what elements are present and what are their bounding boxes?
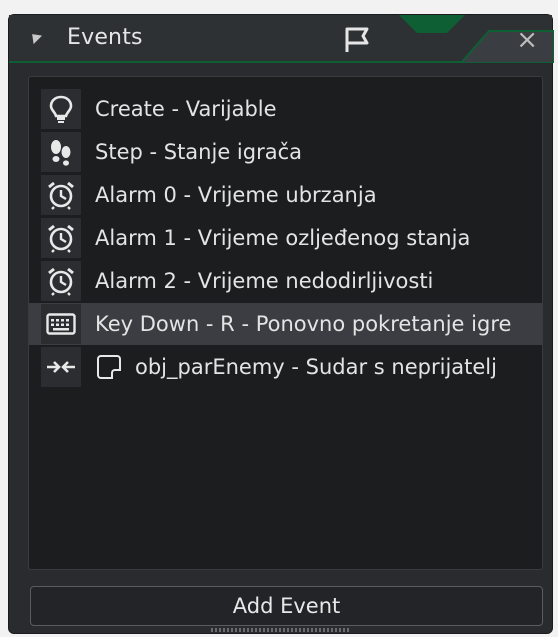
add-event-button[interactable]: Add Event [30, 586, 543, 626]
window-frame: Events × Create - Varijable Step - Stanj… [0, 0, 558, 637]
keyboard-icon [41, 304, 81, 344]
lightbulb-icon [41, 89, 81, 129]
panel-title: Events [67, 25, 143, 50]
alarm-clock-icon [41, 261, 81, 301]
event-row-alarm-2[interactable]: Alarm 2 - Vrijeme nedodirljivosti [41, 260, 541, 302]
close-icon[interactable]: × [516, 25, 538, 55]
event-label: Alarm 0 - Vrijeme ubrzanja [95, 183, 377, 207]
event-row-collision[interactable]: obj_parEnemy - Sudar s neprijatelj [41, 346, 541, 388]
event-row-key-down[interactable]: Key Down - R - Ponovno pokretanje igre [29, 303, 542, 345]
resize-grip[interactable] [211, 628, 351, 632]
event-row-create[interactable]: Create - Varijable [41, 88, 541, 130]
footsteps-icon [41, 132, 81, 172]
event-list: Create - Varijable Step - Stanje igrača … [28, 76, 543, 570]
alarm-clock-icon [41, 218, 81, 258]
event-label: Alarm 2 - Vrijeme nedodirljivosti [95, 269, 434, 293]
event-row-alarm-0[interactable]: Alarm 0 - Vrijeme ubrzanja [41, 174, 541, 216]
flag-icon[interactable] [341, 25, 377, 55]
title-bar: Events × [9, 15, 554, 63]
event-row-step[interactable]: Step - Stanje igrača [41, 131, 541, 173]
event-label: Key Down - R - Ponovno pokretanje igre [95, 312, 512, 336]
event-row-alarm-1[interactable]: Alarm 1 - Vrijeme ozljeđenog stanja [41, 217, 541, 259]
event-label: Step - Stanje igrača [95, 140, 302, 164]
events-panel: Events × Create - Varijable Step - Stanj… [8, 14, 554, 634]
event-label: Create - Varijable [95, 97, 277, 121]
object-sprite-icon [97, 355, 121, 379]
event-label: Alarm 1 - Vrijeme ozljeđenog stanja [95, 226, 471, 250]
event-label: obj_parEnemy - Sudar s neprijatelj [135, 355, 497, 379]
collision-arrows-icon [41, 347, 81, 387]
collapse-arrow-icon[interactable] [27, 29, 43, 45]
alarm-clock-icon [41, 175, 81, 215]
